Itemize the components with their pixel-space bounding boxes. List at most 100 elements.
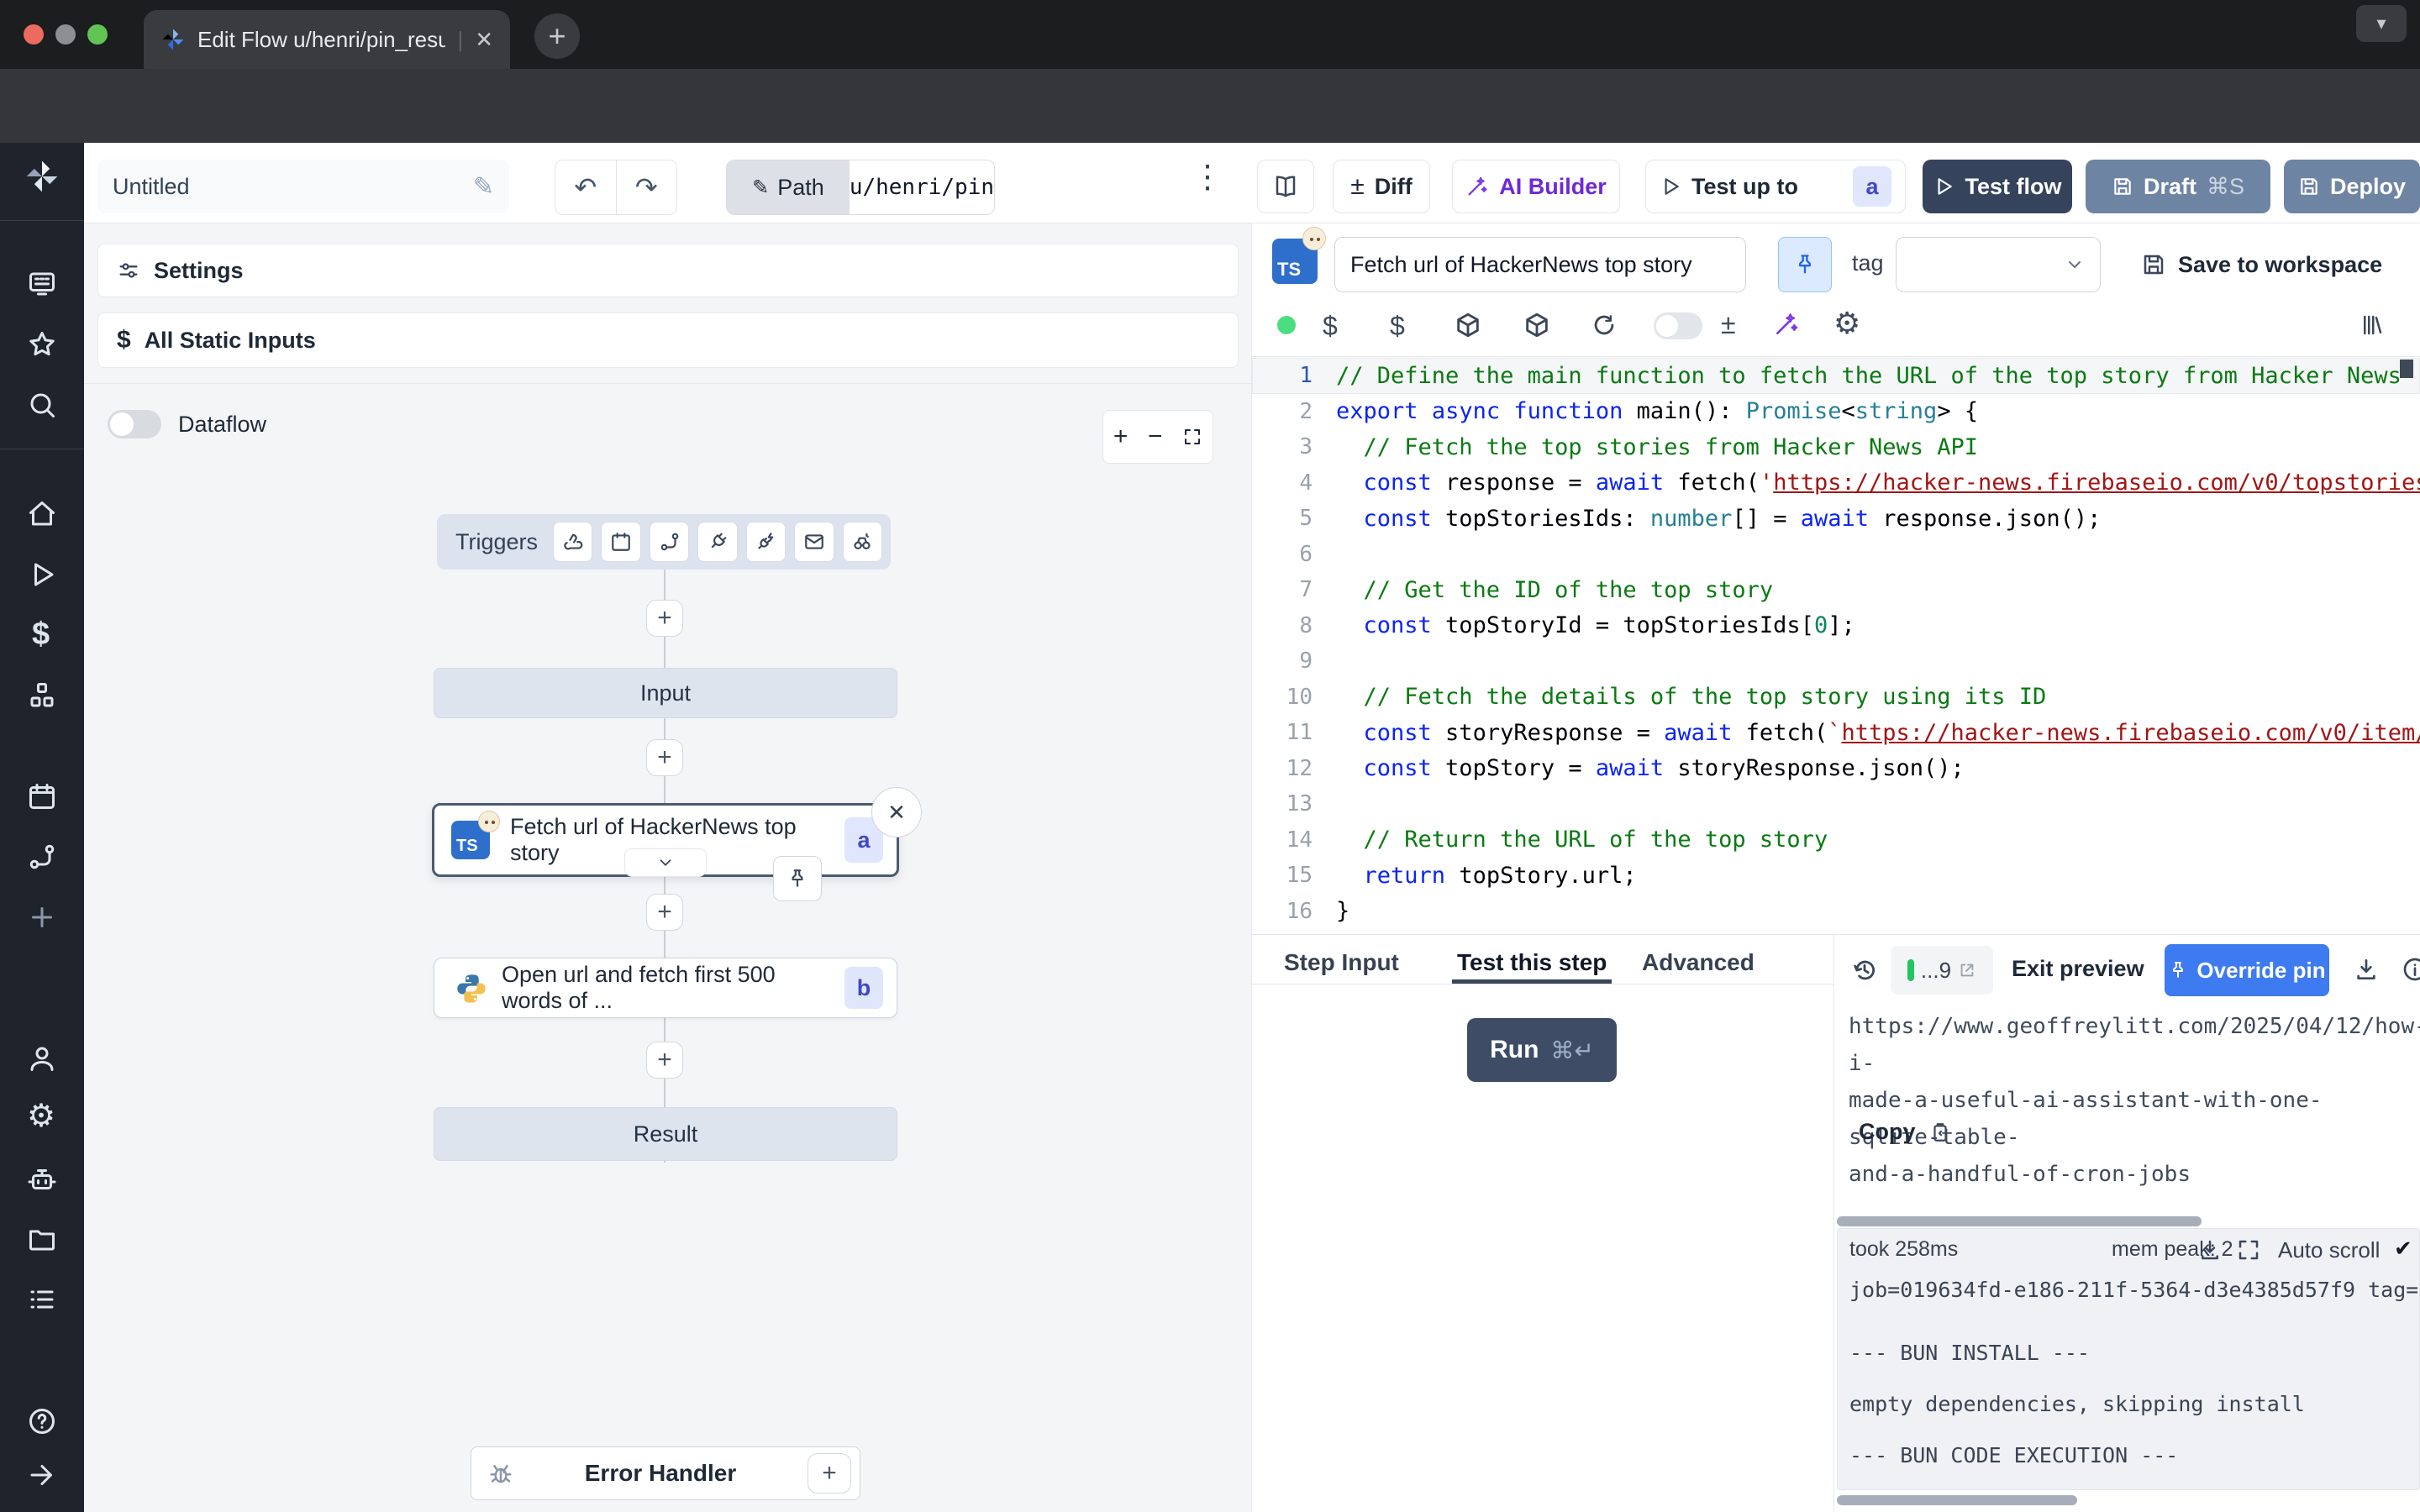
save-to-workspace-button[interactable]: Save to workspace: [2141, 237, 2382, 292]
new-tab-button[interactable]: +: [534, 13, 580, 59]
sidebar-item-routes-icon[interactable]: [27, 842, 57, 872]
traffic-close-button[interactable]: [24, 24, 44, 45]
reset-code-icon[interactable]: [1590, 311, 1618, 339]
horizontal-scrollbar[interactable]: [1837, 1216, 2202, 1226]
test-flow-button[interactable]: Test flow: [1923, 160, 2072, 213]
poll-trigger-icon[interactable]: [843, 522, 882, 562]
package-icon[interactable]: [1454, 311, 1482, 339]
sidebar-item-apps-icon[interactable]: [27, 269, 57, 299]
bug-icon: [488, 1461, 513, 1486]
add-step-button[interactable]: +: [646, 1042, 683, 1079]
windmill-logo-icon[interactable]: [24, 158, 60, 195]
code-editor[interactable]: 1// Define the main function to fetch th…: [1252, 358, 2420, 932]
editor-scrollbar[interactable]: [2400, 360, 2413, 378]
package-icon[interactable]: [1523, 311, 1551, 339]
tab-advanced[interactable]: Advanced: [1642, 949, 1754, 976]
ai-builder-button[interactable]: AI Builder: [1452, 160, 1620, 213]
flow-input-node[interactable]: Input: [434, 668, 897, 718]
download-result-icon[interactable]: [2353, 956, 2380, 983]
sidebar-item-audit-logs-icon[interactable]: [27, 1284, 57, 1315]
history-icon[interactable]: [1850, 956, 1879, 984]
auto-scroll-checkbox[interactable]: ✔: [2394, 1236, 2412, 1262]
ai-assistant-wand-icon[interactable]: [1773, 311, 1800, 338]
download-logs-icon[interactable]: [2197, 1237, 2223, 1263]
info-icon[interactable]: [2402, 956, 2420, 983]
http-route-trigger-icon[interactable]: [650, 522, 689, 562]
step-b-node[interactable]: Open url and fetch first 500 words of ..…: [434, 958, 897, 1018]
sidebar-item-runs-icon[interactable]: [27, 559, 57, 590]
sidebar-item-variables-icon[interactable]: $: [32, 617, 50, 653]
copy-result-button[interactable]: Copy: [1859, 1119, 1951, 1145]
flow-name-input[interactable]: Untitled ✎: [97, 160, 509, 213]
traffic-zoom-button[interactable]: [87, 24, 108, 45]
sidebar-item-folders-icon[interactable]: [27, 1224, 57, 1254]
override-pin-button[interactable]: Override pin: [2165, 944, 2329, 996]
external-link-icon[interactable]: [1958, 961, 1976, 979]
fit-view-icon[interactable]: [1182, 427, 1202, 447]
tab-close-icon[interactable]: ✕: [475, 27, 493, 53]
diff-button[interactable]: ± Diff: [1333, 160, 1430, 213]
sidebar-item-user-icon[interactable]: [27, 1043, 57, 1074]
docs-button[interactable]: [1257, 160, 1314, 213]
more-options-icon[interactable]: ⋮: [1192, 158, 1223, 196]
log-horizontal-scrollbar[interactable]: [1837, 1495, 2077, 1505]
pin-toggle-button[interactable]: [1778, 237, 1832, 292]
expand-logs-icon[interactable]: [2236, 1237, 2261, 1263]
test-up-to-button[interactable]: Test up to a: [1645, 160, 1906, 213]
path-edit-button[interactable]: ✎ Path: [727, 160, 850, 214]
sidebar-item-search-icon[interactable]: [27, 390, 57, 420]
collapse-step-chevron[interactable]: [624, 848, 707, 877]
sidebar-item-resources-icon[interactable]: [27, 680, 57, 711]
exit-preview-button[interactable]: Exit preview: [2012, 956, 2144, 982]
zoom-out-icon[interactable]: −: [1148, 423, 1163, 451]
triggers-node[interactable]: Triggers: [437, 514, 891, 570]
error-handler-node[interactable]: Error Handler +: [471, 1446, 860, 1500]
add-step-button[interactable]: +: [646, 600, 683, 637]
webhook-trigger-icon[interactable]: [553, 522, 592, 562]
undo-button[interactable]: ↶: [555, 160, 617, 214]
sidebar-item-help-icon[interactable]: [27, 1406, 57, 1436]
add-error-handler-button[interactable]: +: [808, 1453, 851, 1494]
redo-button[interactable]: ↷: [617, 160, 677, 214]
browser-tab[interactable]: Edit Flow u/henri/pin_results | ✕: [144, 10, 510, 69]
traffic-minimize-button[interactable]: [55, 24, 76, 45]
dataflow-toggle[interactable]: [108, 410, 161, 438]
deploy-button[interactable]: Deploy: [2284, 160, 2420, 213]
tab-step-input[interactable]: Step Input: [1284, 949, 1399, 976]
edit-name-pencil-icon[interactable]: ✎: [473, 172, 494, 202]
library-icon[interactable]: [2360, 312, 2385, 338]
sidebar-item-schedules-icon[interactable]: [27, 781, 57, 811]
pinned-result-icon[interactable]: [773, 856, 822, 901]
event-stream-trigger-icon[interactable]: [746, 522, 786, 562]
run-button[interactable]: Run ⌘↵: [1467, 1018, 1617, 1082]
draft-button[interactable]: Draft ⌘S: [2086, 160, 2270, 213]
email-trigger-icon[interactable]: [794, 522, 834, 562]
sidebar-item-settings-icon[interactable]: ⚙: [27, 1097, 55, 1135]
add-step-button[interactable]: +: [646, 894, 683, 931]
schedule-trigger-icon[interactable]: [601, 522, 640, 562]
add-step-button[interactable]: +: [646, 739, 683, 776]
tag-select[interactable]: [1896, 237, 2101, 292]
sidebar-item-favorites-icon[interactable]: [27, 329, 57, 360]
websocket-trigger-icon[interactable]: [697, 522, 737, 562]
sidebar-expand-icon[interactable]: [27, 1460, 57, 1490]
path-value[interactable]: u/henri/pin: [850, 160, 994, 214]
diff-editor-icon[interactable]: ±: [1721, 309, 1736, 340]
tab-search-chevron-icon[interactable]: ▾: [2356, 5, 2407, 42]
remove-step-icon[interactable]: ✕: [871, 787, 922, 837]
all-static-inputs-button[interactable]: $ All Static Inputs: [97, 312, 1239, 368]
editor-settings-gear-icon[interactable]: ⚙: [1833, 306, 1860, 341]
sidebar-item-workers-icon[interactable]: [27, 1164, 57, 1194]
test-up-to-step-badge[interactable]: a: [1853, 166, 1891, 207]
zoom-in-icon[interactable]: +: [1113, 423, 1128, 451]
flow-result-node[interactable]: Result: [434, 1107, 897, 1161]
sidebar-item-home-icon[interactable]: [27, 499, 57, 529]
add-resource-icon[interactable]: $: [1390, 311, 1405, 342]
flow-settings-button[interactable]: Settings: [97, 244, 1239, 297]
tab-test-this-step[interactable]: Test this step: [1457, 949, 1607, 976]
diff-mode-toggle[interactable]: [1654, 312, 1702, 339]
pinned-job-badge[interactable]: ...9: [1891, 946, 1993, 995]
add-variable-icon[interactable]: $: [1323, 311, 1338, 342]
step-name-input[interactable]: Fetch url of HackerNews top story: [1334, 237, 1746, 292]
sidebar-item-create-icon[interactable]: [27, 902, 57, 932]
